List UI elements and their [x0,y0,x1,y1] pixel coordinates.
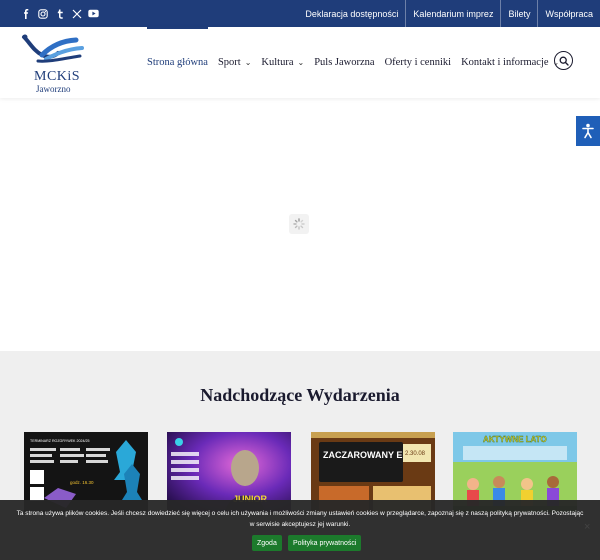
poster-time: godz. 16.30 [70,480,94,485]
nav-item-label: Kultura [261,57,294,68]
top-links: Deklaracja dostępności Kalendarium impre… [298,0,600,27]
nav-item-home[interactable]: Strona główna [147,27,208,98]
search-button[interactable] [554,51,573,70]
privacy-policy-button[interactable]: Polityka prywatności [288,535,362,551]
section-title: Nadchodzące Wydarzenia [200,385,400,405]
spinner-icon [293,218,305,230]
poster-date: 2.30.08 [405,451,426,457]
nav-item-label: Sport [217,57,241,68]
tumblr-icon[interactable] [51,5,68,22]
nav-item-culture[interactable]: Kultura ⌄ [261,27,304,98]
main-nav: Strona główna Sport ⌄ Kultura ⌄ Puls Jawor… [147,27,569,98]
nav-item-sport[interactable]: Sport ⌄ [218,27,251,98]
search-icon [559,56,569,66]
top-bar: Deklaracja dostępności Kalendarium impre… [0,0,600,27]
instagram-icon[interactable] [34,5,51,22]
link-events-calendar[interactable]: Kalendarium imprez [405,0,500,27]
accessibility-button[interactable] [576,116,600,146]
nav-item-label: Puls Jaworzna [314,57,375,68]
cookie-message: Ta strona używa plików cookies. Jeśli ch… [16,510,584,528]
link-tickets[interactable]: Bilety [500,0,537,27]
youtube-icon[interactable] [85,5,102,22]
cookie-banner: Ta strona używa plików cookies. Jeśli ch… [0,500,600,560]
nav-item-label: Strona główna [147,57,208,68]
chevron-down-icon: ⌄ [244,58,252,67]
cookie-accept-button[interactable]: Zgoda [252,535,282,551]
chevron-down-icon: ⌄ [297,58,305,67]
logo-swan-icon [22,34,84,63]
link-accessibility-declaration[interactable]: Deklaracja dostępności [298,0,405,27]
nav-item-offers[interactable]: Oferty i cenniki [385,27,451,98]
site-header: MCKiS Jaworzno Strona główna Sport ⌄ Kult… [0,27,600,98]
loading-spinner [289,214,309,234]
logo-city: Jaworzno [36,84,71,94]
poster-title: TERMINARZ ROZGRYWEK 2024/25 [30,439,89,443]
nav-item-label: Oferty i cenniki [384,57,452,68]
logo-name: MCKiS [34,69,81,84]
nav-item-puls-jaworzna[interactable]: Puls Jaworzna [314,27,374,98]
link-cooperation[interactable]: Współpraca [537,0,600,27]
nav-item-label: Kontakt i informacje [461,57,549,68]
accessibility-icon [582,123,594,139]
poster-title: AKTYWNE LATO [483,435,547,444]
x-icon[interactable] [68,5,85,22]
nav-item-contact[interactable]: Kontakt i informacje ⌄ [461,27,559,98]
close-icon[interactable]: × [584,521,590,533]
facebook-icon[interactable] [17,5,34,22]
social-icons [0,5,102,22]
